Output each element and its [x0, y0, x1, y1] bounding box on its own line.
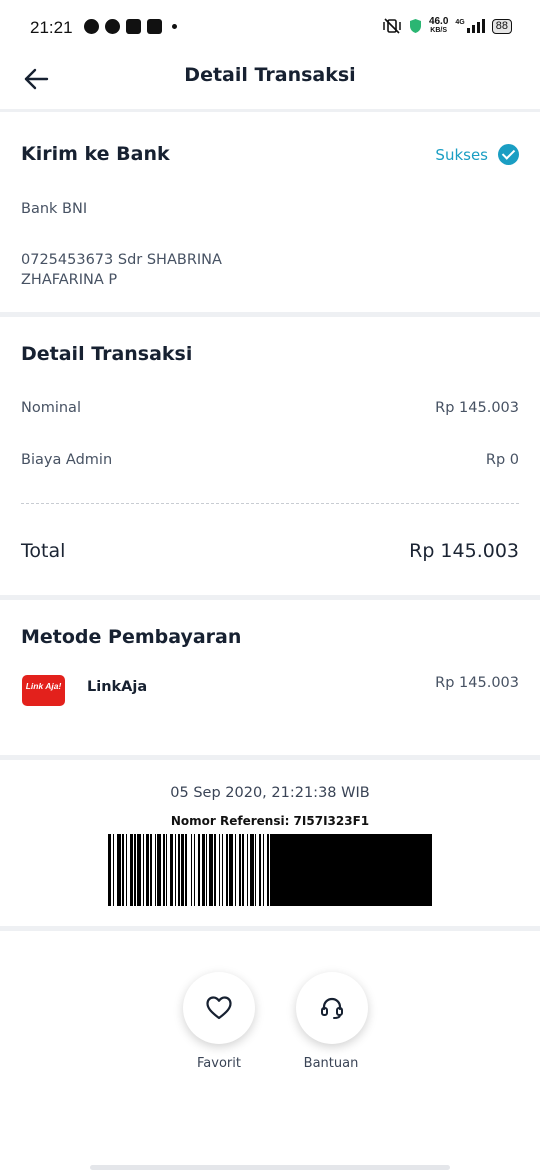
section-divider [0, 595, 540, 600]
help-button[interactable] [296, 972, 368, 1044]
more-notifications-dot [172, 24, 177, 29]
headset-icon [321, 997, 343, 1019]
detail-title: Detail Transaksi [21, 343, 193, 365]
home-indicator[interactable] [90, 1165, 450, 1170]
payment-method-name: LinkAja [87, 679, 148, 695]
admin-fee-value: Rp 0 [485, 452, 519, 468]
heart-icon [206, 996, 232, 1020]
system-icons: 46.0 KB/S 4G 88 [382, 17, 512, 35]
admin-fee-label: Biaya Admin [21, 452, 113, 468]
total-label: Total [21, 540, 66, 562]
barcode [108, 834, 432, 906]
account-line-2: ZHAFARINA P [21, 272, 118, 288]
bank-name: Bank BNI [21, 201, 88, 217]
status-badge: Sukses [435, 144, 519, 165]
check-circle-icon [498, 144, 519, 165]
linkaja-logo: Link Aja! [22, 675, 65, 706]
shop-bag-icon [147, 19, 162, 34]
account-line-1: 0725453673 Sdr SHABRINA [21, 252, 222, 268]
transaction-datetime: 05 Sep 2020, 21:21:38 WIB [170, 785, 370, 801]
app-header: Detail Transaksi [0, 56, 540, 112]
total-value: Rp 145.003 [409, 540, 519, 562]
barcode-bar [270, 834, 432, 906]
section-divider [0, 926, 540, 931]
favorite-button[interactable] [183, 972, 255, 1044]
payment-amount: Rp 145.003 [435, 675, 519, 691]
nominal-label: Nominal [21, 400, 81, 416]
line-icon [105, 19, 120, 34]
status-text: Sukses [435, 145, 488, 164]
whatsapp-icon [84, 19, 99, 34]
network-speed: 46.0 KB/S [428, 16, 449, 35]
page-title: Detail Transaksi [184, 64, 356, 86]
signal-icon: 4G [455, 19, 485, 33]
nominal-value: Rp 145.003 [435, 400, 519, 416]
payment-title: Metode Pembayaran [21, 626, 242, 648]
battery-indicator: 88 [491, 18, 512, 34]
notification-icons [84, 19, 177, 34]
status-time: 21:21 [30, 18, 73, 37]
dashed-separator [21, 503, 519, 504]
section-divider [0, 755, 540, 760]
reference-number: Nomor Referensi: 7I57I323F1 [170, 814, 370, 828]
favorite-label: Favorit [197, 1056, 241, 1071]
section-divider [0, 312, 540, 317]
vibrate-off-icon [383, 18, 401, 34]
status-bar: 21:21 46.0 KB/S 4G 88 [0, 0, 540, 56]
shield-icon [409, 19, 421, 33]
transfer-title: Kirim ke Bank [21, 143, 170, 165]
help-label: Bantuan [303, 1056, 359, 1071]
app-l-icon [126, 19, 141, 34]
